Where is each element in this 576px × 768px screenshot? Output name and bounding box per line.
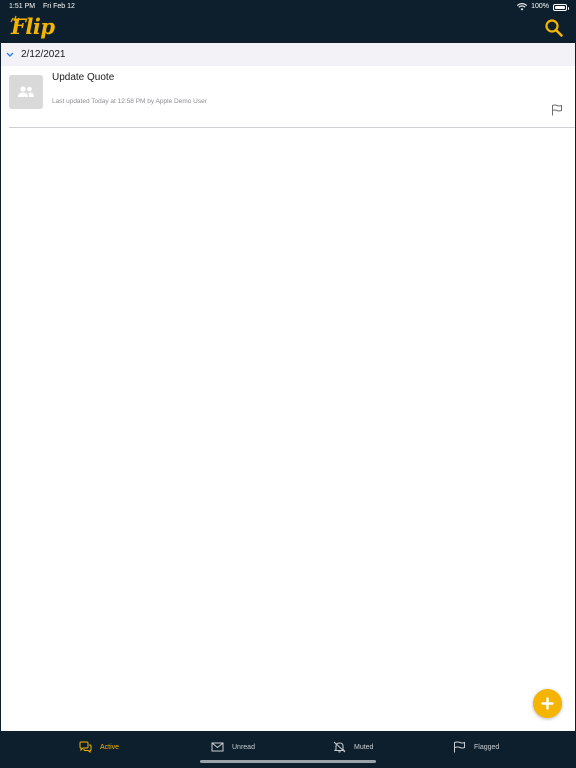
new-conversation-button[interactable] (533, 689, 562, 718)
wifi-icon (517, 3, 528, 11)
flag-icon[interactable] (551, 104, 563, 116)
status-left: 1:51 PM Fri Feb 12 (9, 0, 75, 14)
envelope-icon (211, 742, 224, 752)
list-divider (9, 127, 575, 128)
tab-flagged[interactable]: Flagged (453, 740, 499, 754)
group-icon (9, 75, 43, 109)
battery-percent: 100% (531, 3, 549, 10)
date-group-label: 2/12/2021 (21, 49, 66, 60)
conversation-subtitle: Last updated Today at 12:58 PM by Apple … (52, 98, 207, 105)
tab-unread[interactable]: Unread (211, 740, 255, 754)
conversation-title: Update Quote (52, 72, 115, 83)
tab-label-muted: Muted (354, 743, 374, 751)
status-bar: 1:51 PM Fri Feb 12 100% (0, 0, 576, 14)
app-screen: 1:51 PM Fri Feb 12 100% Flip 2/12/2021 U… (0, 0, 576, 768)
chat-bubbles-icon (79, 741, 92, 753)
logo-spark-icon (10, 15, 20, 23)
tab-label-unread: Unread (232, 743, 255, 751)
app-header: Flip (0, 14, 576, 43)
conversation-list: 2/12/2021 Update Quote Last updated Toda… (1, 43, 575, 731)
status-time: 1:51 PM (9, 3, 36, 10)
status-date: Fri Feb 12 (43, 3, 75, 10)
chevron-down-icon[interactable] (6, 51, 14, 59)
battery-icon (553, 3, 569, 11)
plus-icon (541, 697, 554, 710)
flag-icon (454, 741, 465, 753)
tab-active[interactable]: Active (79, 740, 119, 754)
conversation-item[interactable]: Update Quote Last updated Today at 12:58… (1, 66, 575, 128)
status-right: 100% (517, 0, 569, 14)
tab-label-flagged: Flagged (474, 743, 500, 751)
search-icon[interactable] (544, 18, 564, 38)
tab-label-active: Active (100, 743, 120, 751)
tab-muted[interactable]: Muted (333, 740, 373, 754)
bell-off-icon (333, 741, 346, 753)
battery-fill (555, 5, 565, 9)
home-indicator (200, 760, 376, 763)
group-avatar-glyph (18, 86, 34, 97)
date-group-header[interactable]: 2/12/2021 (1, 43, 575, 66)
